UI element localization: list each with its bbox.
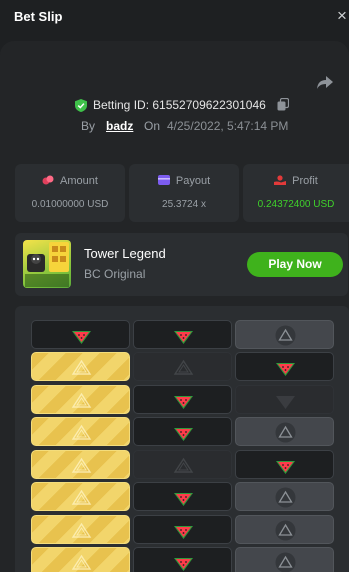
mine-cell xyxy=(235,320,334,349)
gold-cell xyxy=(31,450,130,479)
gold-cell xyxy=(31,385,130,414)
watermelon-cell xyxy=(31,320,130,349)
watermelon-cell xyxy=(133,482,232,511)
betting-id: Betting ID: 61552709622301046 xyxy=(93,98,266,112)
profit-label: Profit xyxy=(292,175,318,187)
on-label: On xyxy=(144,119,161,133)
empty-cell xyxy=(133,352,232,381)
game-name: Tower Legend xyxy=(84,246,166,261)
coins-icon xyxy=(42,175,54,185)
mine-cell xyxy=(235,515,334,544)
profit-label-row: Profit xyxy=(243,175,349,187)
game-logo-art xyxy=(25,242,69,287)
amount-card: Amount 0.01000000 USD xyxy=(15,164,125,222)
watermelon-cell xyxy=(235,352,334,381)
watermelon-cell xyxy=(133,385,232,414)
game-thumbnail xyxy=(23,240,71,288)
empty-cell xyxy=(133,450,232,479)
gold-cell xyxy=(31,482,130,511)
by-label: By xyxy=(81,119,96,133)
mine-cell xyxy=(235,482,334,511)
mine-cell xyxy=(235,417,334,446)
wallet-icon xyxy=(157,175,170,185)
profit-card: Profit 0.24372400 USD xyxy=(243,164,349,222)
watermelon-cell xyxy=(133,547,232,572)
payout-value: 25.3724 x xyxy=(162,199,206,210)
copy-icon[interactable] xyxy=(277,98,289,111)
gold-cell xyxy=(31,515,130,544)
amount-label-row: Amount xyxy=(15,175,125,187)
payout-card: Payout 25.3724 x xyxy=(129,164,239,222)
game-board xyxy=(15,306,349,572)
gold-cell xyxy=(31,417,130,446)
shield-check-icon xyxy=(75,99,87,112)
profit-value: 0.24372400 USD xyxy=(257,199,335,210)
watermelon-cell xyxy=(235,450,334,479)
gold-cell xyxy=(31,352,130,381)
gold-cell xyxy=(31,547,130,572)
game-provider: BC Original xyxy=(84,267,146,281)
bet-date: 4/25/2022, 5:47:14 PM xyxy=(167,119,289,133)
payout-label-row: Payout xyxy=(129,175,239,187)
profit-hand-icon xyxy=(274,175,287,185)
amount-value: 0.01000000 USD xyxy=(31,199,109,210)
dim-watermelon-cell xyxy=(235,385,334,414)
username-link[interactable]: badz xyxy=(106,119,133,133)
share-icon[interactable] xyxy=(316,73,334,91)
header: Bet Slip × xyxy=(0,0,349,34)
watermelon-cell xyxy=(133,515,232,544)
dialog-title: Bet Slip xyxy=(14,9,63,24)
close-icon[interactable]: × xyxy=(337,6,347,26)
play-now-button[interactable]: Play Now xyxy=(247,252,343,277)
mine-cell xyxy=(235,547,334,572)
amount-label: Amount xyxy=(60,175,98,187)
payout-label: Payout xyxy=(175,175,211,187)
watermelon-cell xyxy=(133,417,232,446)
watermelon-cell xyxy=(133,320,232,349)
